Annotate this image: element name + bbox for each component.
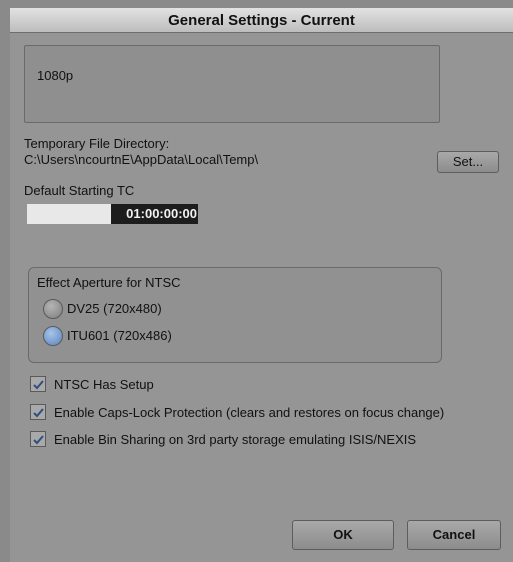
cancel-button[interactable]: Cancel: [407, 520, 501, 550]
title-bar[interactable]: General Settings - Current: [10, 8, 513, 33]
temp-dir-path: C:\Users\ncourtnE\AppData\Local\Temp\: [24, 152, 259, 167]
general-settings-dialog: 1080p Temporary File Directory: C:\Users…: [10, 33, 513, 562]
effect-aperture-group: Effect Aperture for NTSC DV25 (720x480) …: [28, 267, 442, 363]
temp-dir-label: Temporary File Directory:: [24, 136, 170, 151]
checkmark-icon: [33, 408, 44, 418]
radio-dv25[interactable]: [43, 299, 63, 319]
ok-button[interactable]: OK: [292, 520, 394, 550]
window-title: General Settings - Current: [168, 12, 355, 29]
default-tc-label: Default Starting TC: [24, 183, 135, 198]
radio-itu601[interactable]: [43, 326, 63, 346]
checkbox-ntsc-setup[interactable]: [30, 376, 46, 392]
checkbox-bin-sharing[interactable]: [30, 431, 46, 447]
radio-itu601-label[interactable]: ITU601 (720x486): [67, 328, 172, 343]
default-tc-value: 01:00:00:00: [111, 204, 198, 224]
effect-aperture-title: Effect Aperture for NTSC: [37, 275, 181, 290]
checkmark-icon: [33, 380, 44, 390]
checkbox-caps-lock-label[interactable]: Enable Caps-Lock Protection (clears and …: [54, 405, 444, 420]
checkmark-icon: [33, 435, 44, 445]
default-tc-field[interactable]: 01:00:00:00: [27, 204, 198, 224]
radio-dv25-label[interactable]: DV25 (720x480): [67, 301, 162, 316]
set-directory-button[interactable]: Set...: [437, 151, 499, 173]
checkbox-bin-sharing-label[interactable]: Enable Bin Sharing on 3rd party storage …: [54, 432, 416, 447]
checkbox-caps-lock[interactable]: [30, 404, 46, 420]
info-box: 1080p: [24, 45, 440, 123]
info-text: 1080p: [37, 68, 74, 83]
checkbox-ntsc-setup-label[interactable]: NTSC Has Setup: [54, 377, 154, 392]
